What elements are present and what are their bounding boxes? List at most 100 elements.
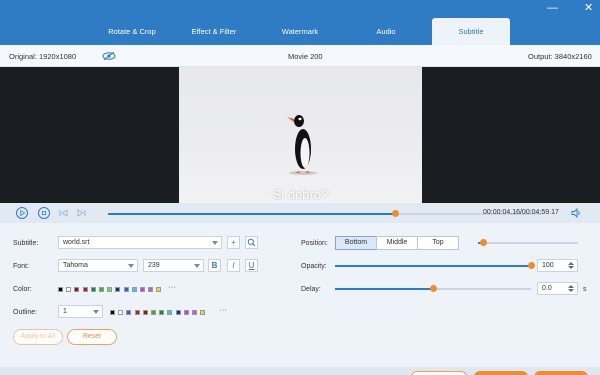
outline-color-swatch[interactable] [118, 310, 124, 315]
tab-watermark[interactable]: Watermark [264, 18, 336, 45]
tab-rotate-crop[interactable]: Rotate & Crop [96, 18, 168, 45]
chevron-up-icon[interactable] [568, 262, 574, 265]
color-swatch[interactable] [99, 287, 104, 292]
footer-button-right[interactable] [534, 371, 588, 375]
outline-color-swatch[interactable] [134, 310, 140, 315]
opacity-knob[interactable] [527, 262, 535, 269]
add-subtitle-button[interactable]: + [227, 236, 240, 249]
movie-name: Movie 200 [288, 52, 323, 61]
tab-subtitle[interactable]: Subtitle [432, 18, 510, 45]
outline-color-swatch[interactable] [159, 310, 165, 315]
position-bottom-button[interactable]: Bottom [335, 236, 377, 250]
subtitle-preview-text: Si dobro? [272, 187, 329, 202]
chevron-up-icon[interactable] [568, 285, 574, 288]
font-label: Font: [13, 263, 29, 270]
color-swatch[interactable] [82, 287, 88, 292]
search-icon [247, 238, 256, 247]
position-offset-knob[interactable] [479, 239, 487, 246]
timecode: 00:00:04.16/00:04:59.17 [483, 209, 559, 216]
color-swatch[interactable] [123, 287, 129, 292]
outline-label: Outline: [13, 309, 38, 316]
delay-label: Delay: [301, 286, 321, 293]
outline-color-swatch[interactable] [167, 310, 173, 315]
eye-hidden-icon[interactable] [102, 51, 116, 61]
minimize-icon[interactable]: — [547, 3, 558, 14]
opacity-value: 100 [542, 262, 554, 269]
delay-unit: s [583, 286, 587, 293]
color-swatch[interactable] [107, 287, 113, 292]
timeline-knob[interactable] [392, 210, 400, 217]
reset-button[interactable]: Reset [67, 329, 117, 345]
more-outline-colors-button[interactable]: ··· [219, 307, 228, 314]
outline-width-select[interactable]: 1 [58, 305, 103, 318]
footer-button-left[interactable] [411, 371, 467, 375]
position-offset-track[interactable] [478, 242, 578, 244]
color-swatch[interactable] [74, 287, 80, 292]
font-size-value: 239 [148, 262, 160, 269]
tab-bar: Rotate & Crop Effect & Filter Watermark … [0, 0, 600, 45]
chevron-down-icon [212, 241, 218, 245]
more-colors-button[interactable]: ··· [168, 284, 177, 291]
color-swatch[interactable] [140, 287, 145, 292]
delay-fill [335, 288, 433, 290]
subtitle-file-value: world.srt [63, 239, 90, 246]
delay-stepper[interactable]: 0.0 [537, 282, 578, 295]
outline-color-swatch[interactable] [151, 310, 156, 315]
outline-color-swatch[interactable] [183, 310, 189, 315]
opacity-fill [335, 265, 531, 267]
output-resolution: Output: 3840x2160 [528, 52, 592, 61]
info-bar: Original: 1920x1080 Movie 200 Output: 38… [0, 45, 600, 67]
underline-button[interactable]: U [245, 259, 258, 272]
footer-button-middle[interactable] [474, 371, 528, 375]
bold-button[interactable]: B [208, 259, 221, 272]
next-frame-icon[interactable] [77, 209, 86, 217]
chevron-down-icon[interactable] [568, 266, 574, 269]
font-size-select[interactable]: 239 [143, 259, 204, 272]
tab-audio[interactable]: Audio [350, 18, 422, 45]
previous-frame-icon[interactable] [59, 209, 68, 217]
volume-icon[interactable] [571, 208, 582, 218]
original-resolution: Original: 1920x1080 [9, 52, 77, 61]
outline-color-swatch[interactable] [192, 310, 197, 315]
delay-knob[interactable] [429, 285, 437, 292]
color-swatch[interactable] [131, 287, 137, 292]
chevron-down-icon [128, 264, 134, 268]
search-subtitle-button[interactable] [245, 236, 258, 249]
position-middle-button[interactable]: Middle [376, 236, 418, 250]
subtitle-file-select[interactable]: world.srt [58, 236, 222, 249]
color-swatch[interactable] [58, 287, 63, 292]
color-swatch[interactable] [90, 287, 96, 292]
opacity-label: Opacity: [301, 263, 327, 270]
apply-to-all-button[interactable]: Apply to All [13, 329, 63, 345]
opacity-stepper[interactable]: 100 [537, 259, 578, 272]
color-swatch[interactable] [148, 287, 154, 292]
position-top-button[interactable]: Top [417, 236, 459, 250]
chevron-down-icon[interactable] [568, 289, 574, 292]
playback-bar: 00:00:04.16/00:04:59.17 [0, 203, 600, 223]
subtitle-label: Subtitle: [13, 240, 39, 247]
chevron-down-icon [194, 264, 200, 268]
outline-color-swatch[interactable] [126, 310, 132, 315]
font-family-value: Tahoma [63, 262, 88, 269]
play-icon[interactable] [16, 207, 28, 219]
outline-color-swatch[interactable] [142, 310, 148, 315]
color-swatch[interactable] [156, 287, 162, 292]
video-frame: Si dobro? [179, 67, 422, 203]
outline-color-swatch[interactable] [175, 310, 181, 315]
font-family-select[interactable]: Tahoma [58, 259, 138, 272]
color-swatch[interactable] [66, 287, 72, 292]
color-swatch[interactable] [115, 287, 121, 292]
outline-color-swatch[interactable] [200, 310, 206, 315]
color-label: Color: [13, 286, 32, 293]
outline-color-swatch[interactable] [110, 310, 115, 315]
italic-button[interactable]: I [227, 259, 240, 272]
position-label: Position: [301, 240, 328, 247]
stop-icon[interactable] [38, 207, 50, 219]
close-icon[interactable]: ✕ [584, 3, 593, 14]
chevron-down-icon [93, 310, 99, 314]
timeline-progress [108, 212, 396, 215]
tab-effect-filter[interactable]: Effect & Filter [178, 18, 250, 45]
delay-value: 0.0 [542, 285, 552, 292]
penguin-image [287, 115, 317, 175]
outline-width-value: 1 [63, 308, 67, 315]
